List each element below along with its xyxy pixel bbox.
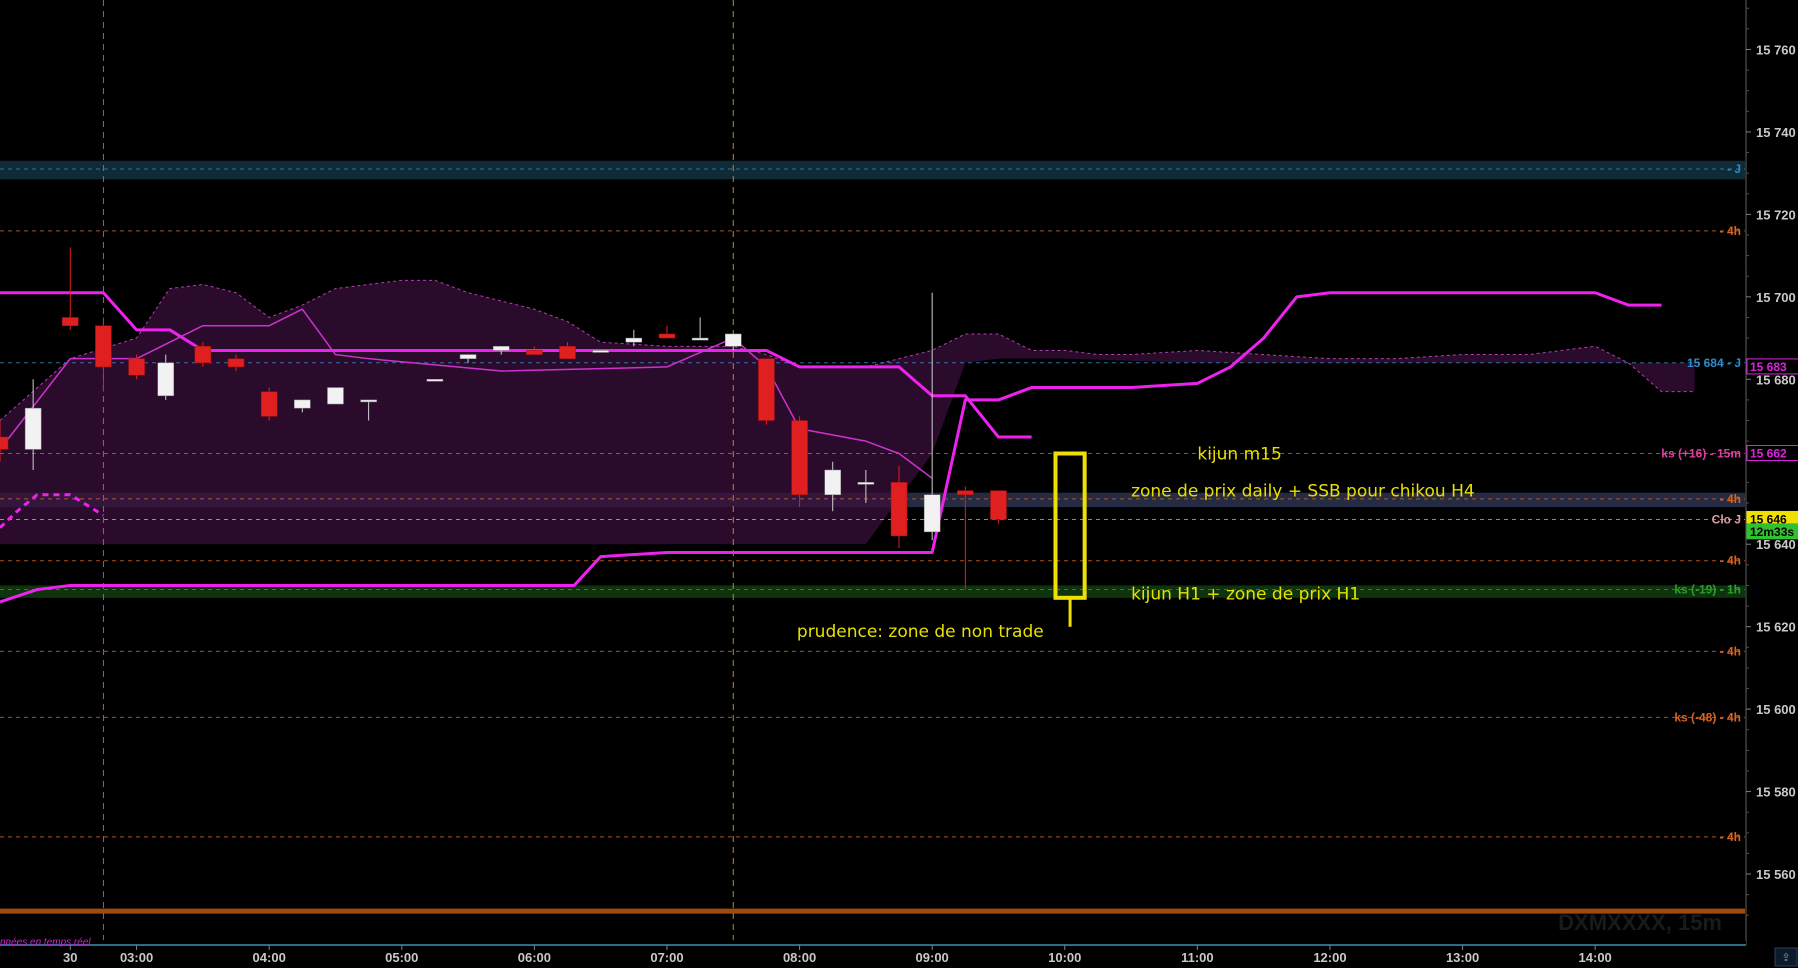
candle-body: [791, 420, 808, 495]
level-zone: [0, 585, 1745, 598]
x-tick-label: 10:00: [1048, 950, 1081, 965]
symbol-watermark: DXMXXXX, 15m: [1558, 910, 1722, 935]
candle-body: [360, 399, 377, 403]
x-tick-label: 04:00: [253, 950, 286, 965]
candle-body: [194, 346, 212, 364]
time-axis[interactable]: 30 03:00 04:00 05:00 06:00 07:00 08:00 09:00 10:…: [0, 941, 1746, 968]
candle-body: [526, 350, 543, 355]
candle-body: [990, 490, 1007, 520]
candle-body: [294, 399, 311, 409]
realtime-label: nnées en temps réel: [0, 937, 91, 948]
level-label: ks (-19) - 1h: [1674, 583, 1741, 597]
x-tick-label: 05:00: [385, 950, 418, 965]
x-tick-label: 11:00: [1181, 950, 1214, 965]
candle-body: [824, 469, 841, 495]
x-tick-label: 12:00: [1313, 950, 1346, 965]
level-label: - 4h: [1720, 224, 1741, 238]
y-tick-label: 15 640: [1756, 537, 1796, 552]
annotation-text: prudence: zone de non trade: [797, 622, 1044, 642]
level-label: 15 684 - J: [1687, 356, 1741, 370]
price-axis[interactable]: 15 760 15 740 15 720 15 700 15 680 15 640 15 6…: [1745, 0, 1798, 968]
scroll-button[interactable]: ⇪: [1774, 947, 1798, 967]
candle-body: [62, 317, 79, 326]
candle-body: [559, 346, 576, 359]
price-badge-label: 12m33s: [1750, 525, 1794, 539]
level-zone: [0, 160, 1745, 180]
x-tick-label: 08:00: [783, 950, 816, 965]
candle-body: [157, 362, 174, 397]
level-label: - 4h: [1720, 492, 1741, 506]
level-label: ks (-48) - 4h: [1674, 710, 1741, 724]
candle-body: [592, 350, 609, 353]
x-tick-label: 09:00: [916, 950, 949, 965]
candle-body: [227, 358, 245, 368]
y-tick-label: 15 720: [1756, 207, 1796, 222]
candle-body: [658, 333, 676, 339]
level-label: - 4h: [1720, 554, 1741, 568]
candle-body: [459, 354, 477, 359]
level-label: Clo J: [1712, 512, 1741, 526]
level-label: - 4h: [1720, 830, 1741, 844]
x-tick-label: 03:00: [120, 950, 153, 965]
price-chart[interactable]: - J - 4h 15 684 - J ks (+16) - 15m - 4h Clo J…: [0, 0, 1798, 968]
candle-body: [327, 387, 344, 405]
candle-body: [492, 346, 510, 351]
y-tick-label: 15 580: [1756, 785, 1796, 800]
y-tick-label: 15 700: [1756, 290, 1796, 305]
candle-body: [426, 379, 444, 382]
y-tick-label: 15 760: [1756, 42, 1796, 57]
x-tick-label: 14:00: [1579, 950, 1612, 965]
level-label: - J: [1727, 162, 1741, 176]
annotation-text: zone de prix daily + SSB pour chikou H4: [1131, 482, 1475, 502]
y-tick-label: 15 680: [1756, 372, 1796, 387]
candle-body: [725, 333, 742, 347]
candle-body: [758, 358, 775, 421]
annotation-text: kijun m15: [1197, 445, 1281, 465]
x-tick-label: 07:00: [650, 950, 683, 965]
x-tick-label: 13:00: [1446, 950, 1479, 965]
candle-body: [24, 407, 42, 450]
level-label: ks (+16) - 15m: [1661, 447, 1741, 461]
candle-body: [625, 337, 643, 343]
annotation-text: kijun H1 + zone de prix H1: [1131, 585, 1360, 605]
candle-body: [857, 482, 875, 485]
y-tick-label: 15 740: [1756, 125, 1796, 140]
candle-body: [260, 391, 278, 417]
candle-body: [691, 337, 709, 341]
level-label: - 4h: [1720, 644, 1741, 658]
y-tick-label: 15 620: [1756, 620, 1796, 635]
price-badge-label: 15 683: [1750, 360, 1787, 374]
candle-body: [890, 482, 908, 537]
candle-body: [0, 436, 9, 450]
axis-background: [1746, 0, 1798, 968]
x-tick-label: 30: [63, 950, 77, 965]
svg-text:⇪: ⇪: [1781, 951, 1790, 964]
candle-body: [128, 358, 145, 376]
candle-body: [923, 494, 941, 533]
y-tick-label: 15 560: [1756, 867, 1796, 882]
price-badge-label: 15 662: [1750, 447, 1787, 461]
candle-body: [95, 325, 112, 368]
x-tick-label: 06:00: [518, 950, 551, 965]
y-tick-label: 15 600: [1756, 702, 1796, 717]
candle-body: [957, 490, 974, 495]
